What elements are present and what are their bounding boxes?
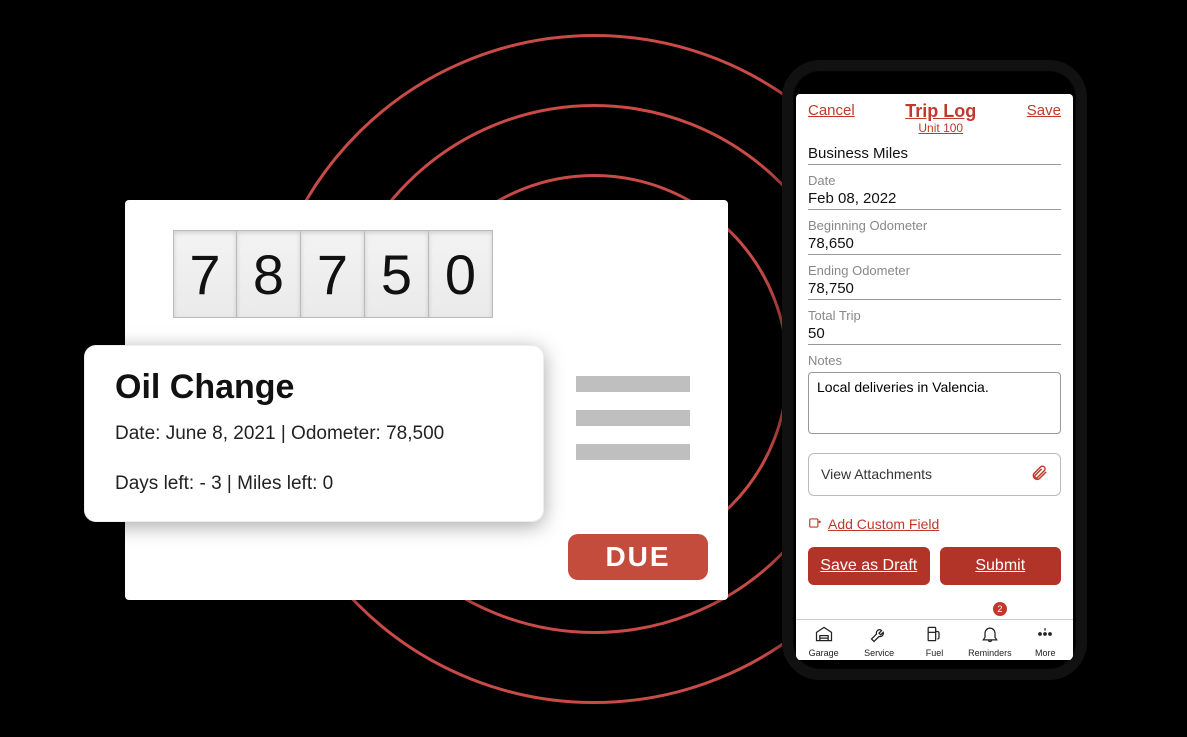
odometer-digit: 8 [237,230,301,318]
tab-reminders[interactable]: 2 Reminders [964,624,1016,658]
submit-button[interactable]: Submit [940,547,1062,585]
odometer-digit: 5 [365,230,429,318]
screen-subtitle[interactable]: Unit 100 [905,122,976,135]
popup-title: Oil Change [115,368,513,407]
notes-field[interactable] [808,372,1061,434]
view-attachments-label: View Attachments [821,466,932,482]
popup-date-odometer: Date: June 8, 2021 | Odometer: 78,500 [115,423,513,445]
popup-days-miles: Days left: - 3 | Miles left: 0 [115,473,513,495]
screen-title[interactable]: Trip Log [905,102,976,122]
tab-label: Service [864,648,894,658]
tab-label: Garage [809,648,839,658]
fuel-icon [923,624,945,647]
cancel-button[interactable]: Cancel [808,102,855,119]
save-as-draft-button[interactable]: Save as Draft [808,547,930,585]
tab-label: Reminders [968,648,1012,658]
phone-screen: Cancel Trip Log Unit 100 Save Business M… [796,94,1073,660]
phone-frame: Cancel Trip Log Unit 100 Save Business M… [782,60,1087,680]
view-attachments-button[interactable]: View Attachments [808,453,1061,496]
tab-more[interactable]: More [1019,624,1071,658]
maintenance-popup: Oil Change Date: June 8, 2021 | Odometer… [84,345,544,522]
odometer-digits: 7 8 7 5 0 [173,230,692,318]
add-custom-field-link[interactable]: Add Custom Field [808,516,939,533]
paperclip-icon [1030,464,1048,485]
odometer-digit: 7 [173,230,237,318]
due-button[interactable]: DUE [568,534,708,580]
beginning-odometer-field[interactable]: 78,650 [808,235,1061,255]
ending-odometer-field[interactable]: 78,750 [808,280,1061,300]
bell-icon [979,624,1001,647]
add-field-icon [808,516,822,533]
notes-label: Notes [808,353,1061,368]
more-icon [1034,624,1056,647]
ending-odometer-label: Ending Odometer [808,263,1061,278]
garage-icon [813,624,835,647]
top-bar: Cancel Trip Log Unit 100 Save [796,94,1073,139]
tab-label: Fuel [926,648,944,658]
tab-fuel[interactable]: Fuel [908,624,960,658]
placeholder-bars [576,376,690,460]
date-field[interactable]: Feb 08, 2022 [808,190,1061,210]
date-label: Date [808,173,1061,188]
bottom-tab-bar: Garage Service Fuel 2 Reminders More [796,619,1073,660]
beginning-odometer-label: Beginning Odometer [808,218,1061,233]
save-button[interactable]: Save [1027,102,1061,119]
reminders-badge: 2 [993,602,1007,616]
tab-label: More [1035,648,1056,658]
odometer-digit: 0 [429,230,493,318]
odometer-digit: 7 [301,230,365,318]
wrench-icon [868,624,890,647]
add-custom-field-label: Add Custom Field [828,516,939,532]
tab-service[interactable]: Service [853,624,905,658]
total-trip-label: Total Trip [808,308,1061,323]
trip-log-form: Business Miles Date Feb 08, 2022 Beginni… [796,139,1073,619]
total-trip-field[interactable]: 50 [808,325,1061,345]
business-miles-heading: Business Miles [808,145,1061,165]
tab-garage[interactable]: Garage [798,624,850,658]
